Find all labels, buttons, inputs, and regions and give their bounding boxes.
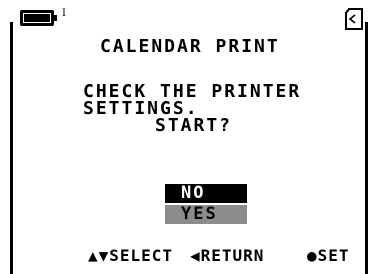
- option-yes[interactable]: YES: [165, 205, 247, 224]
- screen-title: CALENDAR PRINT: [100, 36, 280, 57]
- option-no-label: NO: [181, 183, 206, 203]
- help-set: ●SET: [307, 246, 350, 265]
- option-no[interactable]: NO: [165, 184, 247, 203]
- screen-frame-left: [10, 22, 13, 274]
- screen-frame-right: [365, 22, 368, 274]
- battery-full-icon: [20, 10, 60, 26]
- message-line-3: START?: [155, 115, 233, 136]
- help-return: ◀RETURN: [190, 246, 265, 265]
- option-yes-label: YES: [181, 204, 218, 224]
- help-select: ▲▼SELECT: [88, 246, 174, 265]
- battery-mark: I: [62, 8, 66, 19]
- memory-card-icon: [345, 8, 363, 30]
